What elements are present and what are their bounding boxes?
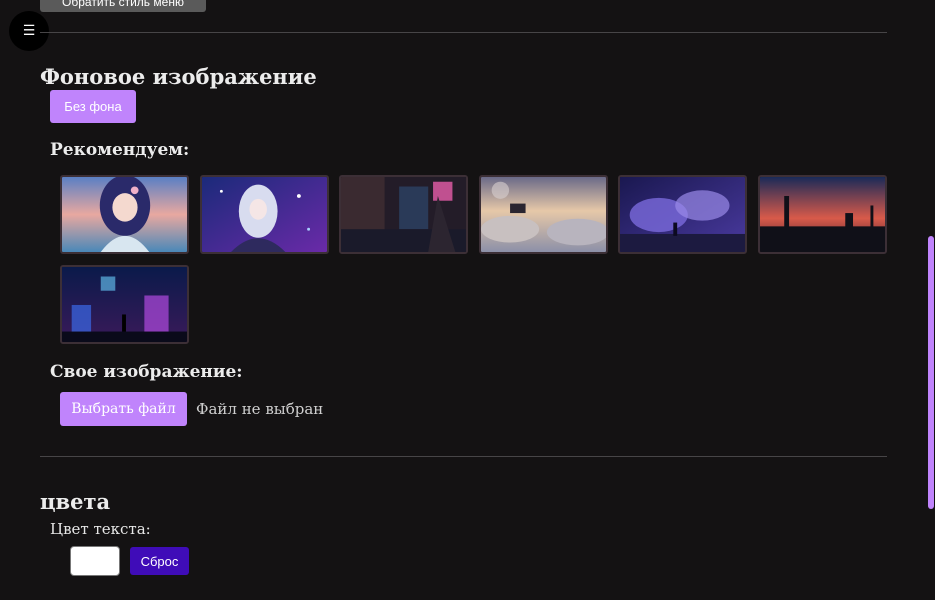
background-thumbnail-2[interactable] xyxy=(200,175,329,254)
no-background-label: Без фона xyxy=(64,99,122,114)
choose-file-label: Выбрать файл xyxy=(71,401,176,417)
reset-color-label: Сброс xyxy=(140,553,179,569)
thumbnail-image-7 xyxy=(62,267,187,342)
background-thumbnail-5[interactable] xyxy=(618,175,747,254)
hamburger-icon: ☰ xyxy=(22,23,36,39)
text-color-label: Цвет текста: xyxy=(50,520,151,538)
menu-button[interactable]: ☰ xyxy=(9,11,49,51)
divider-bottom xyxy=(40,456,887,457)
scrollbar-thumb[interactable] xyxy=(928,236,934,509)
thumbnail-image-1 xyxy=(62,177,187,252)
thumbnail-image-4 xyxy=(481,177,606,252)
file-status: Файл не выбран xyxy=(196,400,324,418)
reset-color-button[interactable]: Сброс xyxy=(130,547,189,575)
toggle-menu-style-label: Обратить стиль меню xyxy=(62,0,184,9)
background-thumbnail-4[interactable] xyxy=(479,175,608,254)
no-background-button[interactable]: Без фона xyxy=(50,90,136,123)
thumbnail-image-2 xyxy=(202,177,327,252)
background-thumbnail-1[interactable] xyxy=(60,175,189,254)
background-thumbnail-7[interactable] xyxy=(60,265,189,344)
choose-file-button[interactable]: Выбрать файл xyxy=(60,392,187,426)
background-thumbnail-6[interactable] xyxy=(758,175,887,254)
thumbnail-image-6 xyxy=(760,177,885,252)
custom-image-label: Свое изображение: xyxy=(50,362,243,382)
text-color-picker[interactable] xyxy=(70,546,120,576)
divider-top xyxy=(40,32,887,33)
background-thumbnail-3[interactable] xyxy=(339,175,468,254)
background-section-title: Фоновое изображение xyxy=(40,64,317,89)
toggle-menu-style-button[interactable]: Обратить стиль меню xyxy=(40,0,206,12)
thumbnail-image-5 xyxy=(620,177,745,252)
thumbnail-image-3 xyxy=(341,177,466,252)
recommended-label: Рекомендуем: xyxy=(50,140,190,160)
colors-section-title: цвета xyxy=(40,489,111,514)
